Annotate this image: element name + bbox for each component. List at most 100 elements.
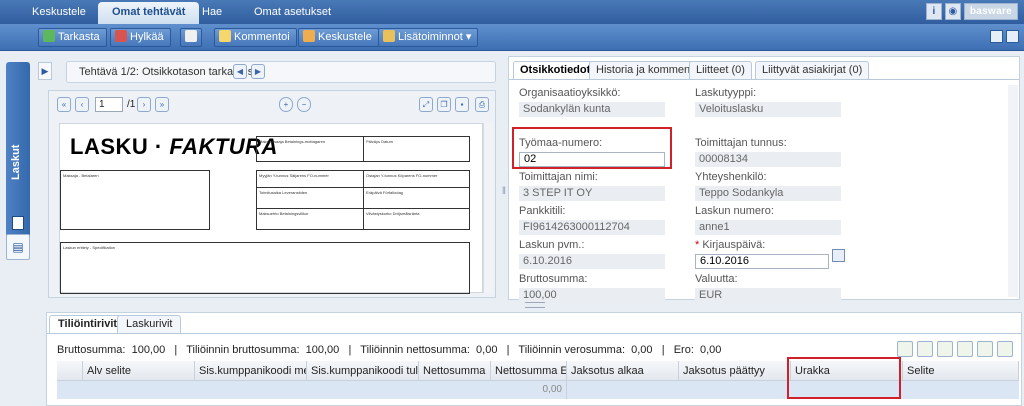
- save-doc-icon[interactable]: ▪: [455, 97, 469, 112]
- field-pankkitili: Pankkitili: FI9614263000112704: [519, 205, 665, 235]
- column-header[interactable]: Sis.kumppanikoodi meno: [195, 361, 307, 381]
- dropdown-arrow-icon: ▾: [465, 31, 472, 43]
- payer-box: Maksaja - Betalaren: [60, 170, 210, 230]
- date-box: Päiväys Datum: [363, 136, 470, 162]
- copy-row-icon[interactable]: [917, 341, 933, 357]
- column-header[interactable]: Selite: [903, 361, 1019, 381]
- fit-icon[interactable]: ⤢: [419, 97, 433, 112]
- sum-summary: Bruttosumma: 100,00 | Tiliöinnin bruttos…: [57, 344, 722, 356]
- viewer-scrollbar[interactable]: [483, 123, 493, 293]
- field-toimittajan-nimi: Toimittajan nimi: 3 STEP IT OY: [519, 171, 665, 201]
- tab-hae[interactable]: Hae: [188, 2, 236, 24]
- tab-otsikkotiedot[interactable]: Otsikkotiedot: [513, 61, 598, 79]
- invoices-rail[interactable]: Laskut: [6, 62, 30, 257]
- top-navigation: Keskustele Omat tehtävät Hae Omat asetuk…: [0, 0, 1024, 24]
- page-total: /1: [127, 99, 136, 110]
- next-page-icon[interactable]: ›: [137, 97, 151, 112]
- field-yhteyshenkilo: Yhteyshenkilö: Teppo Sodankyla: [695, 171, 841, 201]
- field-laskun-pvm: Laskun pvm.: 6.10.2016: [519, 239, 665, 269]
- field-toimittajan-tunnus: Toimittajan tunnus: 00008134: [695, 137, 841, 167]
- delivery-box: Toimitusaika Leveranstiden: [256, 187, 364, 209]
- invoice-page: LASKU · FAKTURA Maksun saaja Betalnings-…: [59, 123, 483, 294]
- first-page-icon[interactable]: «: [57, 97, 71, 112]
- field-valuutta: Valuutta: EUR: [695, 273, 841, 303]
- check-icon: [43, 30, 55, 42]
- tab-liitteet[interactable]: Liitteet (0): [689, 61, 752, 79]
- columns-icon[interactable]: [997, 341, 1013, 357]
- zoom-out-icon[interactable]: −: [297, 97, 311, 112]
- last-page-icon[interactable]: »: [155, 97, 169, 112]
- expand-arrow-icon[interactable]: ▶: [38, 62, 52, 80]
- add-row-icon[interactable]: [897, 341, 913, 357]
- accounting-panel: Tiliöintirivit Laskurivit Bruttosumma: 1…: [46, 312, 1022, 406]
- print-icon[interactable]: ⎙: [475, 97, 489, 112]
- export-icon[interactable]: [977, 341, 993, 357]
- document-icon: [12, 216, 24, 230]
- field-bruttosumma: Bruttosumma: 100,00: [519, 273, 665, 303]
- note-icon: [185, 30, 197, 42]
- settings-icon[interactable]: ◉: [944, 3, 961, 20]
- comment-icon: [219, 30, 231, 42]
- note-button[interactable]: [180, 28, 202, 47]
- brand-logo: basware: [963, 3, 1018, 20]
- column-header[interactable]: Sis.kumppanikoodi tulo: [307, 361, 419, 381]
- field-kirjauspaiva: * Kirjauspäivä: 6.10.2016: [695, 239, 829, 269]
- hylkaa-button[interactable]: Hylkää: [110, 28, 171, 47]
- tab-tilointirivit[interactable]: Tiliöintirivit: [49, 315, 127, 333]
- copy-icon[interactable]: ❐: [437, 97, 451, 112]
- kommentoi-button[interactable]: Kommentoi: [214, 28, 297, 47]
- tab-omat-asetukset[interactable]: Omat asetukset: [240, 2, 345, 24]
- prev-task-icon[interactable]: ◀: [233, 64, 247, 79]
- window-maximize-icon[interactable]: [1006, 30, 1019, 43]
- page-input[interactable]: 1: [95, 97, 123, 112]
- task-bar: Tehtävä 1/2: Otsikkotason tarkastus ◀ ▶: [66, 61, 496, 83]
- calendar-icon[interactable]: [832, 249, 845, 262]
- select-column: [57, 361, 83, 381]
- rail-label: Laskut: [10, 144, 22, 180]
- accounting-grid: Alv selite Sis.kumppanikoodi meno Sis.ku…: [57, 357, 1019, 399]
- tab-keskustele[interactable]: Keskustele: [18, 2, 100, 24]
- keskustele-button[interactable]: Keskustele: [298, 28, 379, 47]
- info-icon[interactable]: i: [925, 3, 942, 20]
- column-header[interactable]: Alv selite: [83, 361, 195, 381]
- action-toolbar: Tarkasta Hylkää Kommentoi Keskustele Lis…: [0, 24, 1024, 51]
- next-task-icon[interactable]: ▶: [251, 64, 265, 79]
- invoice-viewer: « ‹ 1 /1 › » + − ⤢ ❐ ▪ ⎙ LASKU · FAKTURA…: [48, 90, 496, 298]
- header-details-panel: Otsikkotiedot Historia ja kommentit Liit…: [508, 56, 1020, 303]
- column-header[interactable]: Nettosumma EUR: [491, 361, 567, 381]
- window-restore-icon[interactable]: [990, 30, 1003, 43]
- lisatoiminnot-button[interactable]: Lisätoiminnot ▾: [378, 28, 479, 47]
- field-laskutyyppi: Laskutyyppi: Veloituslasku: [695, 87, 841, 117]
- column-header[interactable]: Jaksotus päättyy: [679, 361, 791, 381]
- save-icon[interactable]: ▤: [6, 234, 30, 260]
- kirjauspaiva-input[interactable]: 6.10.2016: [695, 254, 829, 269]
- tab-omat-tehtavat[interactable]: Omat tehtävät: [98, 2, 200, 24]
- terms-box: Maksuehto Betalningsvillkor: [256, 208, 364, 230]
- edit-row-icon[interactable]: [937, 341, 953, 357]
- discussion-icon: [303, 30, 315, 42]
- seller-id-box: Myyjän Y-tunnus Säljarens FO-nummer: [256, 170, 364, 188]
- zoom-in-icon[interactable]: +: [279, 97, 293, 112]
- specification-box: Laskun erittely - Specifikation: [60, 242, 470, 294]
- field-laskun-numero: Laskun numero: anne1: [695, 205, 841, 235]
- payee-box: Maksun saaja Betalnings-mottagaren: [256, 136, 364, 162]
- task-label: Tehtävä 1/2: Otsikkotason tarkastus: [79, 66, 254, 78]
- vertical-resize-handle[interactable]: [525, 302, 545, 308]
- details-scrollbar[interactable]: [1008, 85, 1018, 297]
- due-date-box: Eräpäivä Förfallodag: [363, 187, 470, 209]
- save-rows-icon[interactable]: [957, 341, 973, 357]
- tab-laskurivit[interactable]: Laskurivit: [117, 315, 182, 333]
- tab-liittyvat[interactable]: Liittyvät asiakirjat (0): [755, 61, 870, 79]
- column-header[interactable]: Jaksotus alkaa: [567, 361, 679, 381]
- prev-page-icon[interactable]: ‹: [75, 97, 89, 112]
- pane-splitter[interactable]: ‖: [500, 56, 508, 304]
- tarkasta-button[interactable]: Tarkasta: [38, 28, 107, 47]
- invoice-title: LASKU · FAKTURA: [70, 134, 278, 159]
- highlight-tyomaa: [512, 127, 672, 169]
- buyer-id-box: Ostajan Y-tunnus Köparens FO-nummer: [363, 170, 470, 188]
- nettosumma-eur-cell[interactable]: 0,00: [491, 381, 567, 399]
- reject-icon: [115, 30, 127, 42]
- interest-box: Viivästyskorko Dröjsmålsränta: [363, 208, 470, 230]
- field-organisaatio: Organisaatioyksikkö: Sodankylän kunta: [519, 87, 665, 117]
- column-header[interactable]: Nettosumma: [419, 361, 491, 381]
